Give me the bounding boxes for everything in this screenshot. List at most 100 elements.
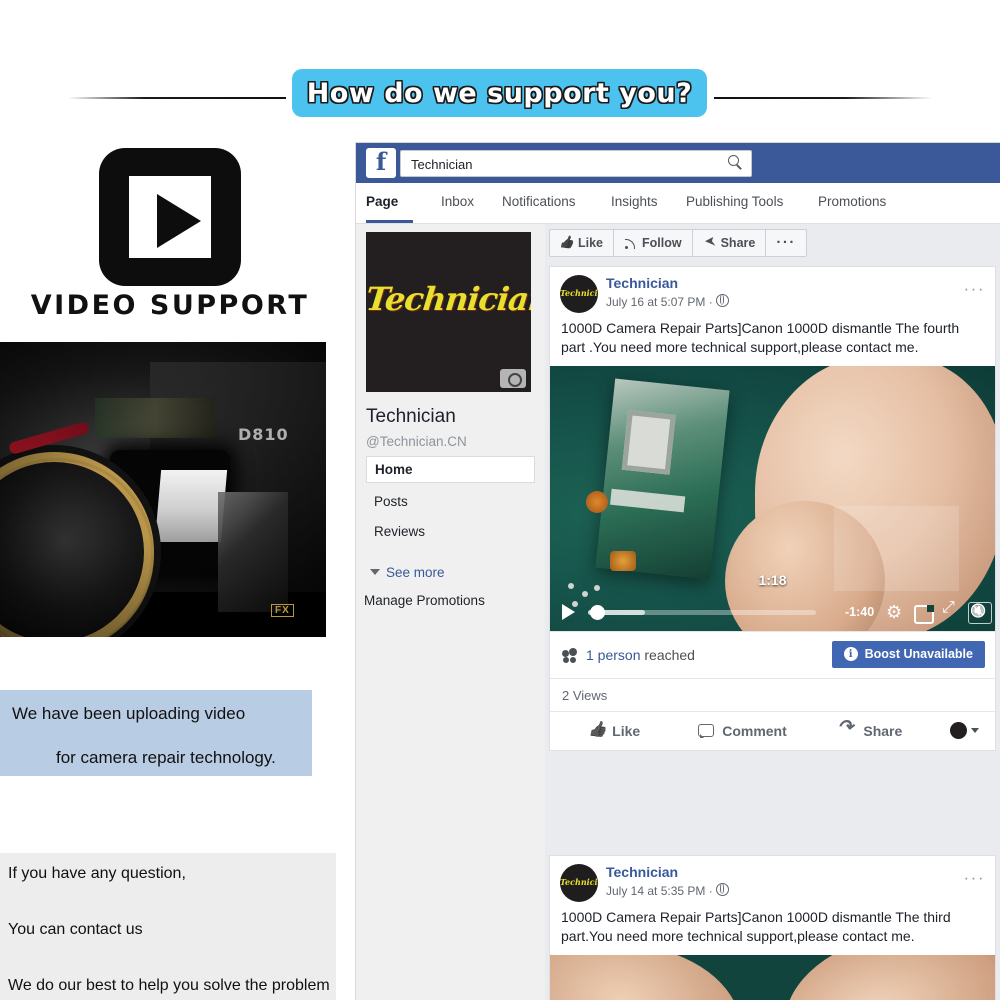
video-camera-board bbox=[595, 378, 730, 579]
camera-vignette bbox=[0, 342, 326, 637]
camera-photo: D810 FX bbox=[0, 342, 326, 637]
see-more-label: See more bbox=[386, 565, 445, 580]
post-1-timestamp[interactable]: July 16 at 5:07 PM bbox=[606, 295, 705, 309]
picture-in-picture-icon[interactable] bbox=[914, 604, 934, 624]
page-name: Technician bbox=[366, 406, 456, 427]
post-2-timestamp[interactable]: July 14 at 5:35 PM bbox=[606, 884, 705, 898]
facebook-logo-icon[interactable]: f bbox=[366, 148, 396, 178]
blue-caption-line1: We have been uploading video bbox=[12, 704, 246, 723]
video-progress-track[interactable] bbox=[588, 609, 816, 615]
post-1-share-button[interactable]: Share bbox=[807, 716, 935, 739]
share-arrow-icon bbox=[837, 716, 855, 739]
tab-notifications[interactable]: Notifications bbox=[502, 194, 576, 209]
post-2-author[interactable]: Technician bbox=[606, 864, 678, 880]
avatar bbox=[950, 722, 968, 739]
header-section: How do we support you? bbox=[0, 30, 1000, 117]
post-1-comment-button[interactable]: Comment bbox=[678, 723, 806, 739]
camera-icon[interactable] bbox=[500, 369, 526, 388]
mute-icon[interactable] bbox=[968, 601, 992, 624]
follow-page-button[interactable]: Follow bbox=[614, 230, 693, 256]
page-action-bar: Like Follow Share ··· bbox=[545, 224, 1000, 264]
header-divider-right bbox=[714, 97, 932, 99]
tab-promotions[interactable]: Promotions bbox=[818, 194, 886, 209]
post-1-video[interactable]: 1:18 -1:40 ⚙ bbox=[550, 365, 995, 631]
video-progress-handle[interactable] bbox=[590, 604, 605, 620]
play-icon[interactable] bbox=[562, 603, 575, 620]
post-1-comment-label: Comment bbox=[722, 722, 787, 739]
search-box[interactable] bbox=[400, 150, 752, 178]
camera-format-badge: FX bbox=[271, 604, 294, 617]
post-1-menu-icon[interactable]: ··· bbox=[964, 279, 985, 299]
header-banner: How do we support you? bbox=[292, 69, 707, 117]
tab-inbox[interactable]: Inbox bbox=[441, 194, 474, 209]
post-2-video[interactable] bbox=[550, 954, 995, 1000]
gray-caption-line2: You can contact us bbox=[8, 921, 143, 938]
gear-icon[interactable]: ⚙ bbox=[886, 603, 904, 621]
post-1-reach-row: 1 person reached i Boost Unavailable bbox=[550, 630, 995, 678]
post-2-header: Technician Technician July 14 at 5:35 PM… bbox=[550, 856, 995, 908]
globe-icon bbox=[715, 882, 729, 896]
video-remaining-time: -1:40 bbox=[845, 604, 875, 619]
sidebar-item-posts[interactable]: Posts bbox=[366, 488, 535, 515]
boost-unavailable-button[interactable]: i Boost Unavailable bbox=[831, 640, 985, 668]
gray-caption-box: If you have any question, You can contac… bbox=[0, 853, 336, 1000]
video-controls: -1:40 ⚙ bbox=[550, 593, 995, 631]
avatar-logo-text: Technician bbox=[560, 877, 598, 887]
video2-hand-right bbox=[769, 954, 995, 1000]
post-2-menu-icon[interactable]: ··· bbox=[964, 868, 985, 888]
post-1-engagement-bar: Like Comment Share bbox=[550, 710, 995, 750]
post-1-avatar[interactable]: Technician bbox=[560, 275, 598, 313]
video-support-label: VIDEO SUPPORT bbox=[30, 290, 310, 321]
post-1-views-row: 2 Views bbox=[550, 677, 995, 711]
post-1-author[interactable]: Technician bbox=[606, 275, 678, 291]
boost-label: Boost Unavailable bbox=[864, 647, 973, 661]
people-icon bbox=[562, 647, 578, 661]
gray-caption-line3: We do our best to help you solve the pro… bbox=[8, 977, 330, 994]
reach-count[interactable]: 1 person bbox=[586, 647, 640, 663]
meta-sep: · bbox=[705, 884, 713, 898]
thumbs-up-icon bbox=[560, 237, 573, 250]
search-input[interactable] bbox=[409, 151, 713, 178]
facebook-screenshot: f Page Inbox Notifications Insights Publ… bbox=[356, 143, 1000, 1000]
thumbs-up-icon bbox=[588, 723, 604, 739]
post-2-meta: July 14 at 5:35 PM · bbox=[606, 882, 729, 898]
page-feed: Like Follow Share ··· bbox=[545, 224, 1000, 1000]
more-options-button[interactable]: ··· bbox=[766, 230, 806, 256]
comment-icon bbox=[698, 723, 715, 739]
gray-caption-line1: If you have any question, bbox=[8, 865, 186, 882]
avatar-logo-text: Technician bbox=[560, 288, 598, 298]
globe-icon bbox=[715, 293, 729, 307]
page-handle: @Technician.CN bbox=[366, 434, 467, 449]
post-1-header: Technician Technician July 16 at 5:07 PM… bbox=[550, 267, 995, 319]
sidebar-item-home[interactable]: Home bbox=[366, 456, 535, 483]
sidebar-item-manage-promotions[interactable]: Manage Promotions bbox=[364, 593, 485, 608]
commenter-avatar-selector[interactable] bbox=[935, 722, 995, 739]
share-arrow-icon bbox=[703, 237, 716, 250]
post-2-avatar[interactable]: Technician bbox=[560, 864, 598, 902]
active-tab-underline bbox=[366, 220, 413, 223]
post-1-like-button[interactable]: Like bbox=[550, 723, 678, 739]
banner-title: How do we support you? bbox=[306, 77, 693, 109]
post-1-text: 1000D Camera Repair Parts]Canon 1000D di… bbox=[561, 320, 960, 355]
sidebar-see-more[interactable]: See more bbox=[370, 565, 445, 580]
video-support-play-icon bbox=[99, 148, 241, 286]
post-1-reach-text: 1 person reached bbox=[586, 647, 695, 663]
post-1-views: 2 Views bbox=[562, 687, 608, 703]
page-profile-picture[interactable]: Technician bbox=[366, 232, 531, 392]
post-1: Technician Technician July 16 at 5:07 PM… bbox=[549, 266, 996, 751]
blue-caption-box: We have been uploading video for camera … bbox=[0, 690, 312, 776]
meta-sep: · bbox=[705, 295, 713, 309]
post-2: Technician Technician July 14 at 5:35 PM… bbox=[549, 855, 996, 1000]
header-divider-left bbox=[68, 97, 286, 99]
tab-insights[interactable]: Insights bbox=[611, 194, 658, 209]
tab-publishing-tools[interactable]: Publishing Tools bbox=[686, 194, 783, 209]
share-page-button[interactable]: Share bbox=[693, 230, 767, 256]
sidebar-item-reviews[interactable]: Reviews bbox=[366, 518, 535, 545]
expand-icon[interactable] bbox=[942, 599, 959, 619]
like-page-label: Like bbox=[578, 236, 604, 250]
search-icon[interactable] bbox=[728, 155, 743, 170]
share-page-label: Share bbox=[720, 236, 756, 250]
post-1-like-label: Like bbox=[612, 722, 641, 739]
like-page-button[interactable]: Like bbox=[550, 230, 615, 256]
tab-page[interactable]: Page bbox=[366, 194, 398, 209]
